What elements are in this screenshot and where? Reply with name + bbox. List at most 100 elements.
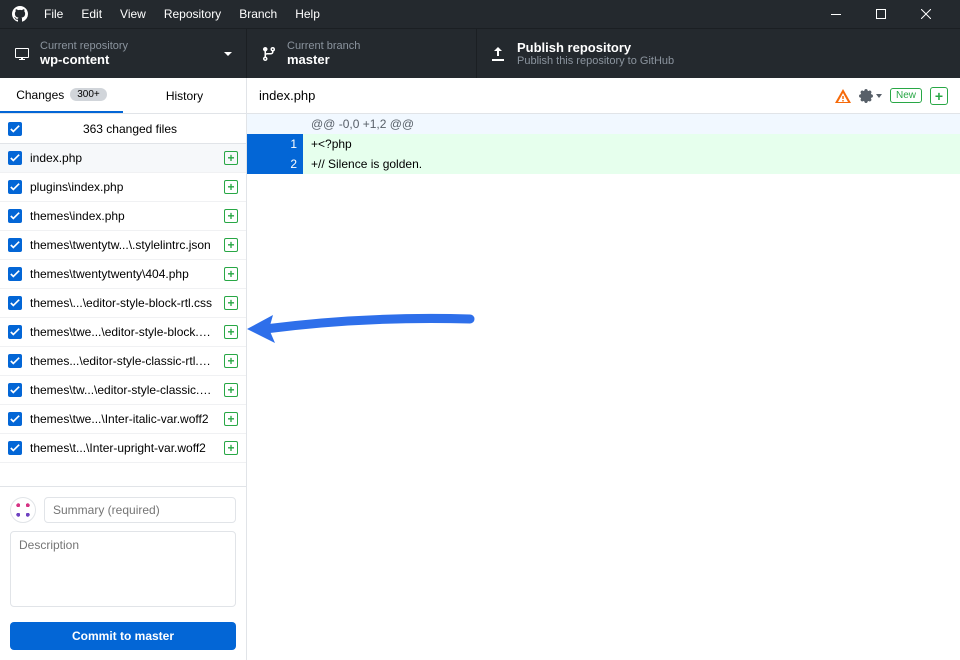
added-icon bbox=[224, 325, 238, 339]
diff-header: index.php New bbox=[247, 78, 960, 114]
chevron-down-icon bbox=[876, 94, 882, 98]
file-name: themes...\editor-style-classic-rtl.css bbox=[30, 354, 216, 368]
diff-settings-button[interactable] bbox=[859, 89, 882, 103]
added-icon bbox=[224, 180, 238, 194]
titlebar: File Edit View Repository Branch Help bbox=[0, 0, 960, 28]
file-name: themes\twe...\Inter-italic-var.woff2 bbox=[30, 412, 216, 426]
gear-icon bbox=[859, 89, 873, 103]
added-icon bbox=[224, 412, 238, 426]
branch-selector[interactable]: Current branch master bbox=[247, 29, 477, 78]
chevron-down-icon bbox=[224, 52, 232, 56]
file-item[interactable]: themes...\editor-style-classic-rtl.css bbox=[0, 347, 246, 376]
file-name: themes\twe...\editor-style-block.css bbox=[30, 325, 216, 339]
toolbar: Current repository wp-content Current br… bbox=[0, 28, 960, 78]
tab-history[interactable]: History bbox=[123, 78, 246, 113]
repo-value: wp-content bbox=[40, 52, 128, 67]
maximize-button[interactable] bbox=[858, 0, 903, 28]
diff-hunk-header: @@ -0,0 +1,2 @@ bbox=[247, 114, 960, 134]
file-item[interactable]: plugins\index.php bbox=[0, 173, 246, 202]
file-checkbox[interactable] bbox=[8, 180, 22, 194]
file-item[interactable]: index.php bbox=[0, 144, 246, 173]
summary-input[interactable] bbox=[44, 497, 236, 523]
tab-changes-label: Changes bbox=[16, 88, 64, 102]
repo-label: Current repository bbox=[40, 40, 128, 52]
commit-form: Commit to master bbox=[0, 486, 246, 660]
file-name: themes\t...\Inter-upright-var.woff2 bbox=[30, 441, 216, 455]
main-layout: Changes 300+ History 363 changed files i… bbox=[0, 78, 960, 660]
file-item[interactable]: themes\...\editor-style-block-rtl.css bbox=[0, 289, 246, 318]
changed-files-count: 363 changed files bbox=[22, 122, 238, 136]
file-name: themes\twentytw...\.stylelintrc.json bbox=[30, 238, 216, 252]
file-checkbox[interactable] bbox=[8, 325, 22, 339]
publish-subtext: Publish this repository to GitHub bbox=[517, 55, 674, 67]
desktop-icon bbox=[14, 46, 30, 62]
avatar bbox=[10, 497, 36, 523]
file-name: plugins\index.php bbox=[30, 180, 216, 194]
upload-icon bbox=[491, 46, 507, 62]
menu-branch[interactable]: Branch bbox=[239, 7, 277, 21]
added-icon bbox=[224, 354, 238, 368]
added-icon bbox=[224, 209, 238, 223]
menu-view[interactable]: View bbox=[120, 7, 146, 21]
file-name: themes\twentytwenty\404.php bbox=[30, 267, 216, 281]
git-branch-icon bbox=[261, 46, 277, 62]
publish-title: Publish repository bbox=[517, 40, 674, 55]
menu-repository[interactable]: Repository bbox=[164, 7, 221, 21]
file-name: index.php bbox=[30, 151, 216, 165]
file-list[interactable]: index.php plugins\index.php themes\index… bbox=[0, 144, 246, 486]
tab-history-label: History bbox=[166, 89, 203, 103]
warning-icon[interactable] bbox=[835, 88, 851, 104]
file-item[interactable]: themes\twentytw...\.stylelintrc.json bbox=[0, 231, 246, 260]
menu-file[interactable]: File bbox=[44, 7, 63, 21]
branch-label: Current branch bbox=[287, 40, 360, 52]
file-checkbox[interactable] bbox=[8, 441, 22, 455]
file-item[interactable]: themes\tw...\editor-style-classic.css bbox=[0, 376, 246, 405]
diff-panel: index.php New @@ -0,0 +1,2 @@ 1 +<?php bbox=[247, 78, 960, 660]
description-input[interactable] bbox=[10, 531, 236, 607]
select-all-checkbox[interactable] bbox=[8, 122, 22, 136]
new-badge: New bbox=[890, 88, 922, 103]
file-item[interactable]: themes\index.php bbox=[0, 202, 246, 231]
menu-help[interactable]: Help bbox=[295, 7, 320, 21]
file-checkbox[interactable] bbox=[8, 354, 22, 368]
diff-line-added[interactable]: 2 +// Silence is golden. bbox=[247, 154, 960, 174]
publish-button[interactable]: Publish repository Publish this reposito… bbox=[477, 29, 960, 78]
window-controls bbox=[813, 0, 948, 28]
added-icon bbox=[224, 296, 238, 310]
diff-filename: index.php bbox=[259, 88, 315, 103]
file-checkbox[interactable] bbox=[8, 238, 22, 252]
commit-button[interactable]: Commit to master bbox=[10, 622, 236, 650]
diff-line-added[interactable]: 1 +<?php bbox=[247, 134, 960, 154]
file-checkbox[interactable] bbox=[8, 267, 22, 281]
branch-value: master bbox=[287, 52, 360, 67]
repo-selector[interactable]: Current repository wp-content bbox=[0, 29, 247, 78]
expand-diff-button[interactable] bbox=[930, 87, 948, 105]
diff-body: @@ -0,0 +1,2 @@ 1 +<?php 2 +// Silence i… bbox=[247, 114, 960, 174]
changed-files-header: 363 changed files bbox=[0, 114, 246, 144]
minimize-button[interactable] bbox=[813, 0, 858, 28]
sidebar: Changes 300+ History 363 changed files i… bbox=[0, 78, 247, 660]
file-item[interactable]: themes\t...\Inter-upright-var.woff2 bbox=[0, 434, 246, 463]
close-button[interactable] bbox=[903, 0, 948, 28]
file-item[interactable]: themes\twentytwenty\404.php bbox=[0, 260, 246, 289]
added-icon bbox=[224, 238, 238, 252]
file-checkbox[interactable] bbox=[8, 296, 22, 310]
file-checkbox[interactable] bbox=[8, 383, 22, 397]
added-icon bbox=[224, 267, 238, 281]
added-icon bbox=[224, 441, 238, 455]
file-item[interactable]: themes\twe...\editor-style-block.css bbox=[0, 318, 246, 347]
file-checkbox[interactable] bbox=[8, 209, 22, 223]
file-name: themes\tw...\editor-style-classic.css bbox=[30, 383, 216, 397]
file-item[interactable]: themes\twe...\Inter-italic-var.woff2 bbox=[0, 405, 246, 434]
file-checkbox[interactable] bbox=[8, 151, 22, 165]
tab-changes[interactable]: Changes 300+ bbox=[0, 78, 123, 113]
file-name: themes\...\editor-style-block-rtl.css bbox=[30, 296, 216, 310]
changes-count-badge: 300+ bbox=[70, 88, 107, 101]
file-checkbox[interactable] bbox=[8, 412, 22, 426]
menu-edit[interactable]: Edit bbox=[81, 7, 102, 21]
main-menu: File Edit View Repository Branch Help bbox=[44, 7, 320, 21]
sidebar-tabs: Changes 300+ History bbox=[0, 78, 246, 114]
github-logo-icon bbox=[12, 6, 28, 22]
added-icon bbox=[224, 151, 238, 165]
added-icon bbox=[224, 383, 238, 397]
